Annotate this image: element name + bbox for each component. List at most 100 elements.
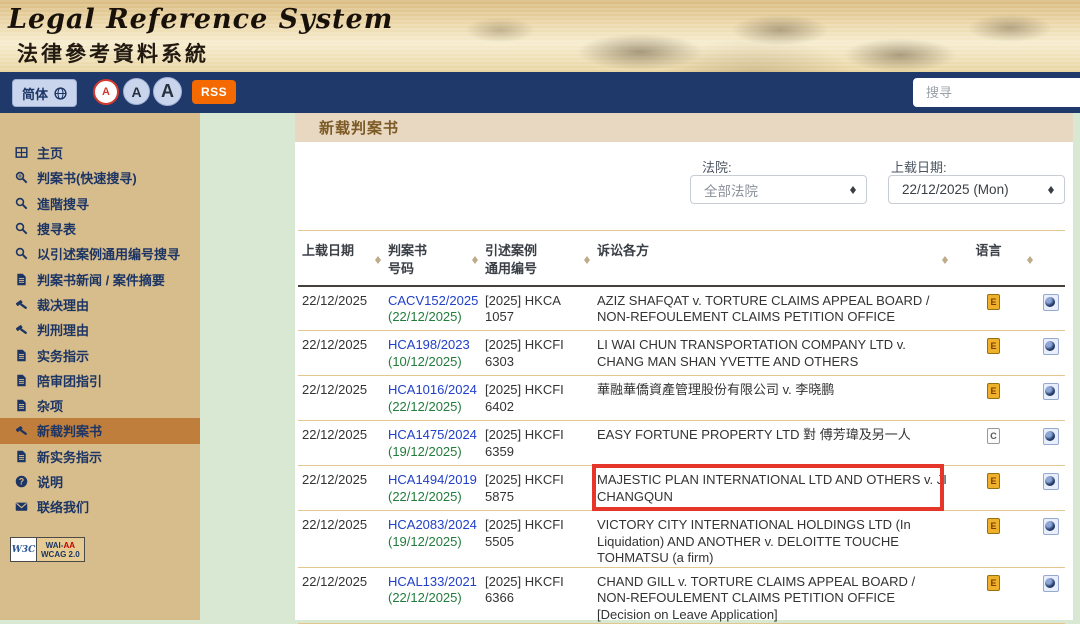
- english-judgment-icon: E: [987, 575, 1000, 591]
- sidebar-item[interactable]: 搜寻表: [0, 216, 200, 241]
- upload-date-filter-select[interactable]: 22/12/2025 (Mon): [888, 175, 1065, 204]
- case-number-link[interactable]: HCA1475/2024: [388, 427, 477, 444]
- document-icon: [14, 399, 28, 413]
- citation-cell: [2025] HKCFI 6359: [481, 421, 593, 466]
- column-header[interactable]: 引述案例通用编号: [481, 231, 593, 286]
- language-toggle-label: 简体: [22, 84, 48, 103]
- judgment-date: (22/12/2025): [388, 590, 477, 607]
- search-judgment-icon: [14, 171, 28, 185]
- english-judgment-icon: E: [987, 383, 1000, 399]
- parties-text: 華融華僑資產管理股份有限公司 v. 李晓鹏: [597, 382, 947, 399]
- sidebar-item[interactable]: 判刑理由: [0, 317, 200, 342]
- globe-document-icon[interactable]: [1043, 294, 1059, 311]
- globe-document-icon[interactable]: [1043, 473, 1059, 490]
- sidebar-item[interactable]: 实务指示: [0, 342, 200, 367]
- sidebar-item[interactable]: 判案书(快速搜寻): [0, 165, 200, 190]
- language-cell: C: [951, 421, 1036, 466]
- globe-document-icon[interactable]: [1043, 518, 1059, 535]
- case-number-cell: HCA2083/2024(19/12/2025): [384, 511, 481, 568]
- case-number-cell: HCA198/2023(10/12/2025): [384, 331, 481, 376]
- translation-cell: [1036, 421, 1065, 466]
- sort-icon[interactable]: [584, 253, 590, 267]
- judgments-table-head: 上载日期判案书号码引述案例通用编号诉讼各方语言: [298, 231, 1065, 286]
- sidebar-item[interactable]: ?说明: [0, 469, 200, 494]
- case-number-link[interactable]: HCA2083/2024: [388, 517, 477, 534]
- parties-text: EASY FORTUNE PROPERTY LTD 對 傅芳瑋及另一人: [597, 427, 947, 444]
- sidebar-item[interactable]: 裁决理由: [0, 292, 200, 317]
- sidebar-item-label: 判案书(快速搜寻): [37, 168, 137, 187]
- search-icon: [14, 196, 28, 210]
- font-size-small-button[interactable]: A: [93, 79, 119, 105]
- sidebar-item-label: 新实务指示: [37, 447, 102, 466]
- column-header-label: 号码: [388, 260, 467, 278]
- case-number-link[interactable]: HCA1494/2019: [388, 472, 477, 489]
- document-icon: [14, 449, 28, 463]
- sidebar-item[interactable]: 主页: [0, 140, 200, 165]
- column-header-label: 引述案例: [485, 242, 579, 260]
- sidebar-item[interactable]: 新载判案书: [0, 418, 200, 443]
- case-number-link[interactable]: CACV152/2025: [388, 293, 477, 310]
- parties-text: CHAND GILL v. TORTURE CLAIMS APPEAL BOAR…: [597, 574, 947, 607]
- globe-document-icon[interactable]: [1043, 338, 1059, 355]
- column-header-label: 诉讼各方: [597, 242, 937, 260]
- column-header[interactable]: 语言: [951, 231, 1036, 286]
- sidebar-item-label: 新载判案书: [37, 421, 102, 440]
- column-header[interactable]: 上载日期: [298, 231, 384, 286]
- court-filter-label: 法院:: [702, 157, 732, 176]
- content-header: 新载判案书: [295, 113, 1073, 142]
- document-icon: [14, 348, 28, 362]
- case-number-link[interactable]: HCA1016/2024: [388, 382, 477, 399]
- citation-cell: [2025] HKCFI 6303: [481, 331, 593, 376]
- globe-document-icon[interactable]: [1043, 383, 1059, 400]
- gavel-icon: [14, 424, 28, 438]
- rss-button[interactable]: RSS: [192, 80, 236, 104]
- judgment-row: 22/12/2025HCA198/2023(10/12/2025)[2025] …: [298, 331, 1065, 376]
- court-filter-select[interactable]: 全部法院: [690, 175, 867, 204]
- search-input[interactable]: [913, 78, 1080, 107]
- judgment-row: 22/12/2025HCA1475/2024(19/12/2025)[2025]…: [298, 421, 1065, 466]
- sort-icon[interactable]: [472, 253, 478, 267]
- parties-cell: CHAND GILL v. TORTURE CLAIMS APPEAL BOAR…: [593, 567, 951, 624]
- chinese-judgment-icon: C: [987, 428, 1000, 444]
- judgments-table-body: 22/12/2025CACV152/2025(22/12/2025)[2025]…: [298, 286, 1065, 624]
- font-size-large-button[interactable]: A: [153, 77, 182, 106]
- sidebar-item-label: 主页: [37, 143, 63, 162]
- case-number-cell: HCA1016/2024(22/12/2025): [384, 376, 481, 421]
- site-banner: Legal Reference System 法律參考資料系統: [0, 0, 1080, 72]
- envelope-icon: [14, 500, 28, 514]
- sort-icon[interactable]: [942, 253, 948, 267]
- case-number-link[interactable]: HCA198/2023: [388, 337, 477, 354]
- judgment-row: 22/12/2025HCA1016/2024(22/12/2025)[2025]…: [298, 376, 1065, 421]
- column-header[interactable]: 判案书号码: [384, 231, 481, 286]
- parties-text: LI WAI CHUN TRANSPORTATION COMPANY LTD v…: [597, 337, 947, 370]
- sidebar-item[interactable]: 以引述案例通用编号搜寻: [0, 241, 200, 266]
- sidebar-item-label: 陪审团指引: [37, 371, 102, 390]
- globe-document-icon[interactable]: [1043, 575, 1059, 592]
- column-header-label: 上载日期: [302, 242, 370, 260]
- upload-date-cell: 22/12/2025: [298, 567, 384, 624]
- sidebar-item[interactable]: 進階搜寻: [0, 191, 200, 216]
- citation-cell: [2025] HKCFI 6366: [481, 567, 593, 624]
- parties-text: VICTORY CITY INTERNATIONAL HOLDINGS LTD …: [597, 517, 947, 567]
- parties-cell: EASY FORTUNE PROPERTY LTD 對 傅芳瑋及另一人: [593, 421, 951, 466]
- select-updown-icon: [850, 183, 856, 197]
- sidebar-item-label: 進階搜寻: [37, 194, 89, 213]
- sidebar-item[interactable]: 联络我们: [0, 494, 200, 519]
- column-header[interactable]: 诉讼各方: [593, 231, 951, 286]
- language-toggle-button[interactable]: 简体: [12, 79, 77, 107]
- site-title-english: Legal Reference System: [8, 4, 393, 35]
- case-number-link[interactable]: HCAL133/2021: [388, 574, 477, 591]
- sidebar-item[interactable]: 杂项: [0, 393, 200, 418]
- sidebar-item[interactable]: 陪审团指引: [0, 368, 200, 393]
- judgment-date: (22/12/2025): [388, 309, 477, 326]
- sort-icon[interactable]: [1027, 253, 1033, 267]
- main-content: 新载判案书 法院: 全部法院 上载日期: 22/12/2025 (Mon) 上载…: [295, 113, 1073, 620]
- font-size-medium-button[interactable]: A: [123, 78, 150, 105]
- wcag-badge[interactable]: W3C WAI-AA WCAG 2.0: [10, 537, 85, 562]
- globe-document-icon[interactable]: [1043, 428, 1059, 445]
- upload-date-cell: 22/12/2025: [298, 421, 384, 466]
- sort-icon[interactable]: [375, 253, 381, 267]
- sidebar: 主页判案书(快速搜寻) 進階搜寻搜寻表以引述案例通用编号搜寻判案书新闻 / 案件摘…: [0, 113, 200, 620]
- sidebar-item[interactable]: 新实务指示: [0, 444, 200, 469]
- sidebar-item[interactable]: 判案书新闻 / 案件摘要: [0, 266, 200, 291]
